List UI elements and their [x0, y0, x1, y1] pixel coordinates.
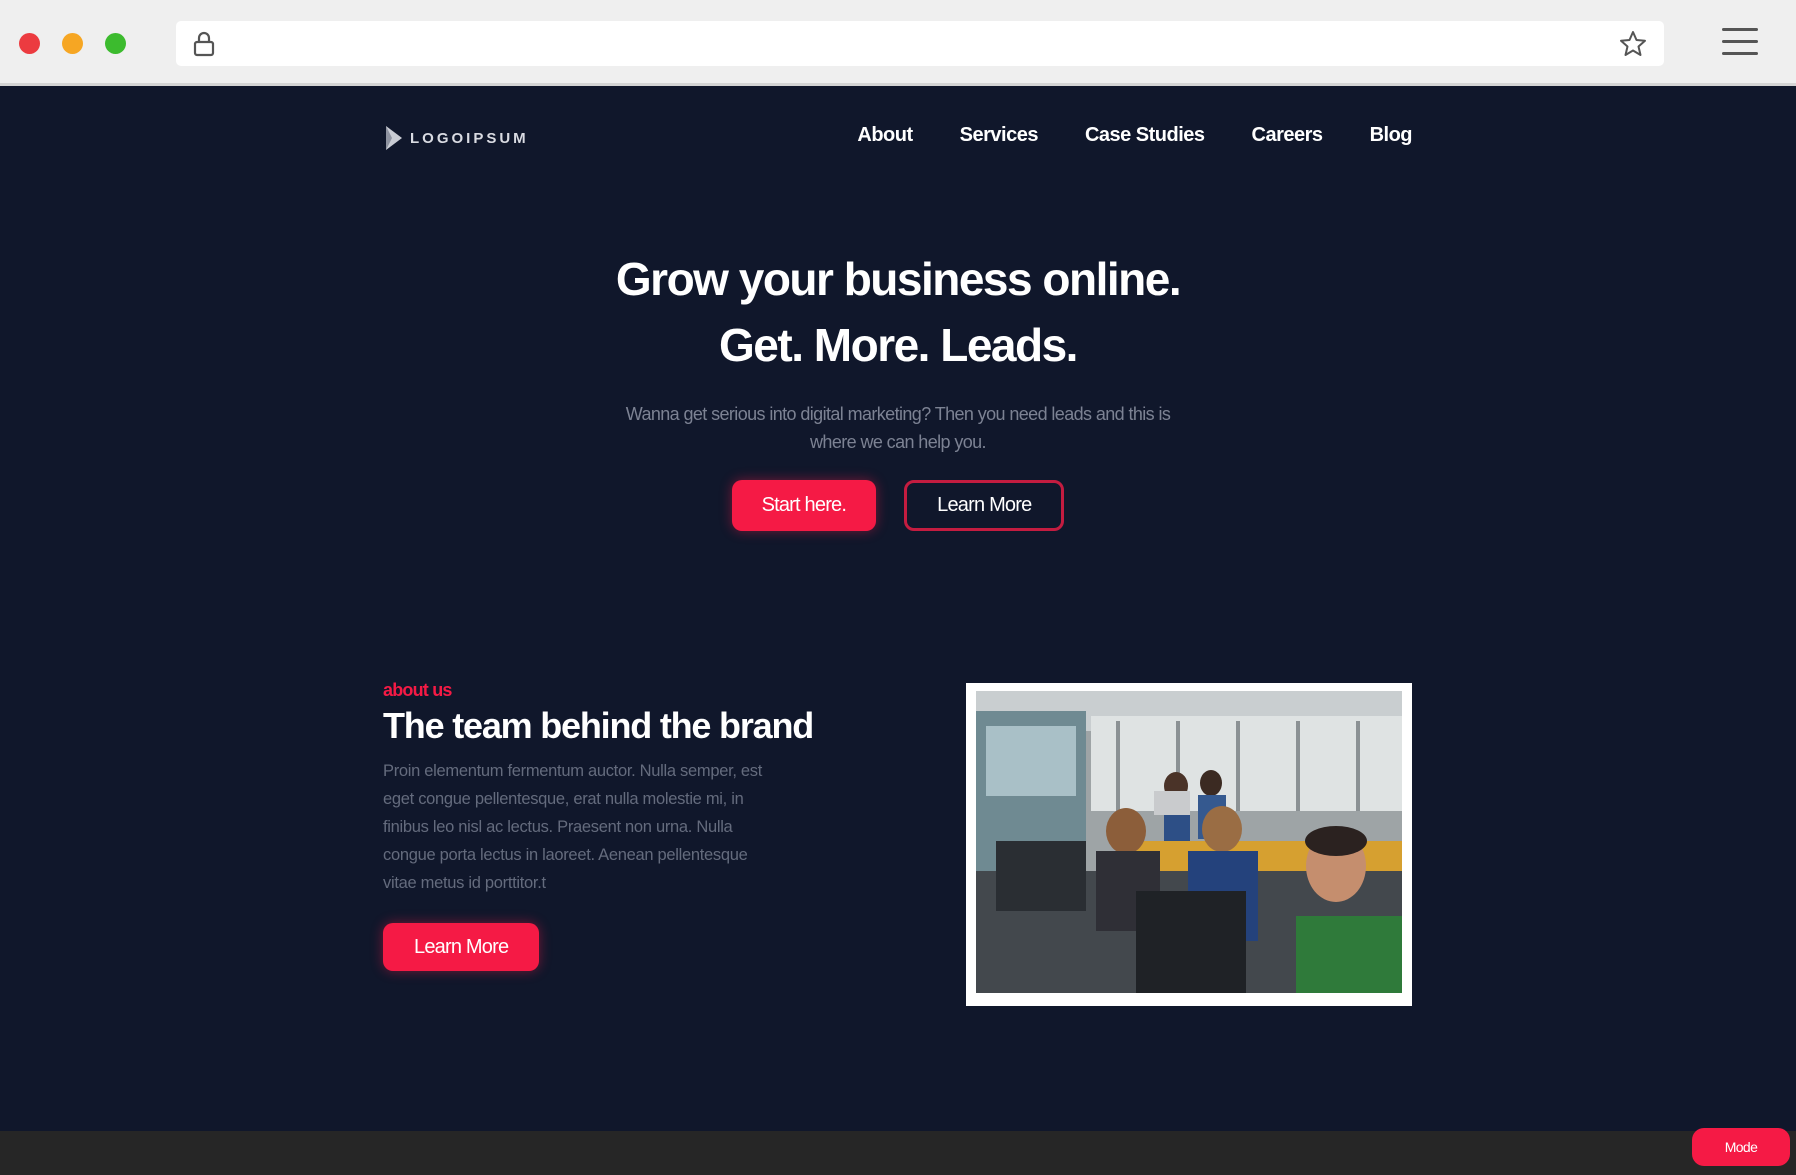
about-text: about us The team behind the brand Proin… [383, 680, 863, 971]
start-here-button[interactable]: Start here. [731, 480, 877, 531]
logo-text: LOGOIPSUM [410, 129, 529, 147]
team-photo [966, 683, 1412, 1006]
landing-page: LOGOIPSUM About Services Case Studies Ca… [0, 86, 1796, 1131]
nav-link-case-studies[interactable]: Case Studies [1085, 124, 1205, 147]
hero-subtitle: Wanna get serious into digital marketing… [625, 404, 1171, 452]
nav-link-services[interactable]: Services [960, 124, 1039, 147]
lock-icon [193, 31, 215, 57]
logo-icon [386, 126, 402, 150]
logo[interactable]: LOGOIPSUM [384, 124, 529, 152]
nav-links: About Services Case Studies Careers Blog [810, 124, 1412, 147]
hero-buttons: Start here. Learn More [0, 480, 1796, 531]
learn-more-button[interactable]: Learn More [904, 480, 1065, 531]
about-section: about us The team behind the brand Proin… [383, 680, 1413, 1010]
browser-chrome [0, 0, 1796, 86]
mode-toggle-button[interactable]: Mode [1692, 1128, 1790, 1166]
hero-title-line-2: Get. More. Leads. [719, 319, 1078, 371]
hero-section: Grow your business online. Get. More. Le… [0, 246, 1796, 531]
address-bar[interactable] [176, 21, 1664, 66]
about-learn-more-button[interactable]: Learn More [383, 923, 540, 971]
close-window-button[interactable] [19, 33, 40, 54]
nav-link-careers[interactable]: Careers [1252, 124, 1324, 147]
nav-link-about[interactable]: About [857, 124, 913, 147]
star-icon[interactable] [1618, 29, 1648, 59]
nav-link-blog[interactable]: Blog [1370, 124, 1413, 147]
maximize-window-button[interactable] [105, 33, 126, 54]
hero-title-line-1: Grow your business online. [615, 253, 1182, 305]
hero-title: Grow your business online. Get. More. Le… [0, 246, 1796, 378]
minimize-window-button[interactable] [62, 33, 83, 54]
about-body: Proin elementum fermentum auctor. Nulla … [383, 762, 763, 892]
hamburger-icon[interactable] [1722, 28, 1758, 58]
about-tag: about us [383, 680, 452, 700]
about-title: The team behind the brand [383, 705, 814, 746]
footer-bar [0, 1131, 1796, 1175]
top-navigation: LOGOIPSUM About Services Case Studies Ca… [384, 114, 1413, 160]
office-team-image [976, 691, 1402, 993]
